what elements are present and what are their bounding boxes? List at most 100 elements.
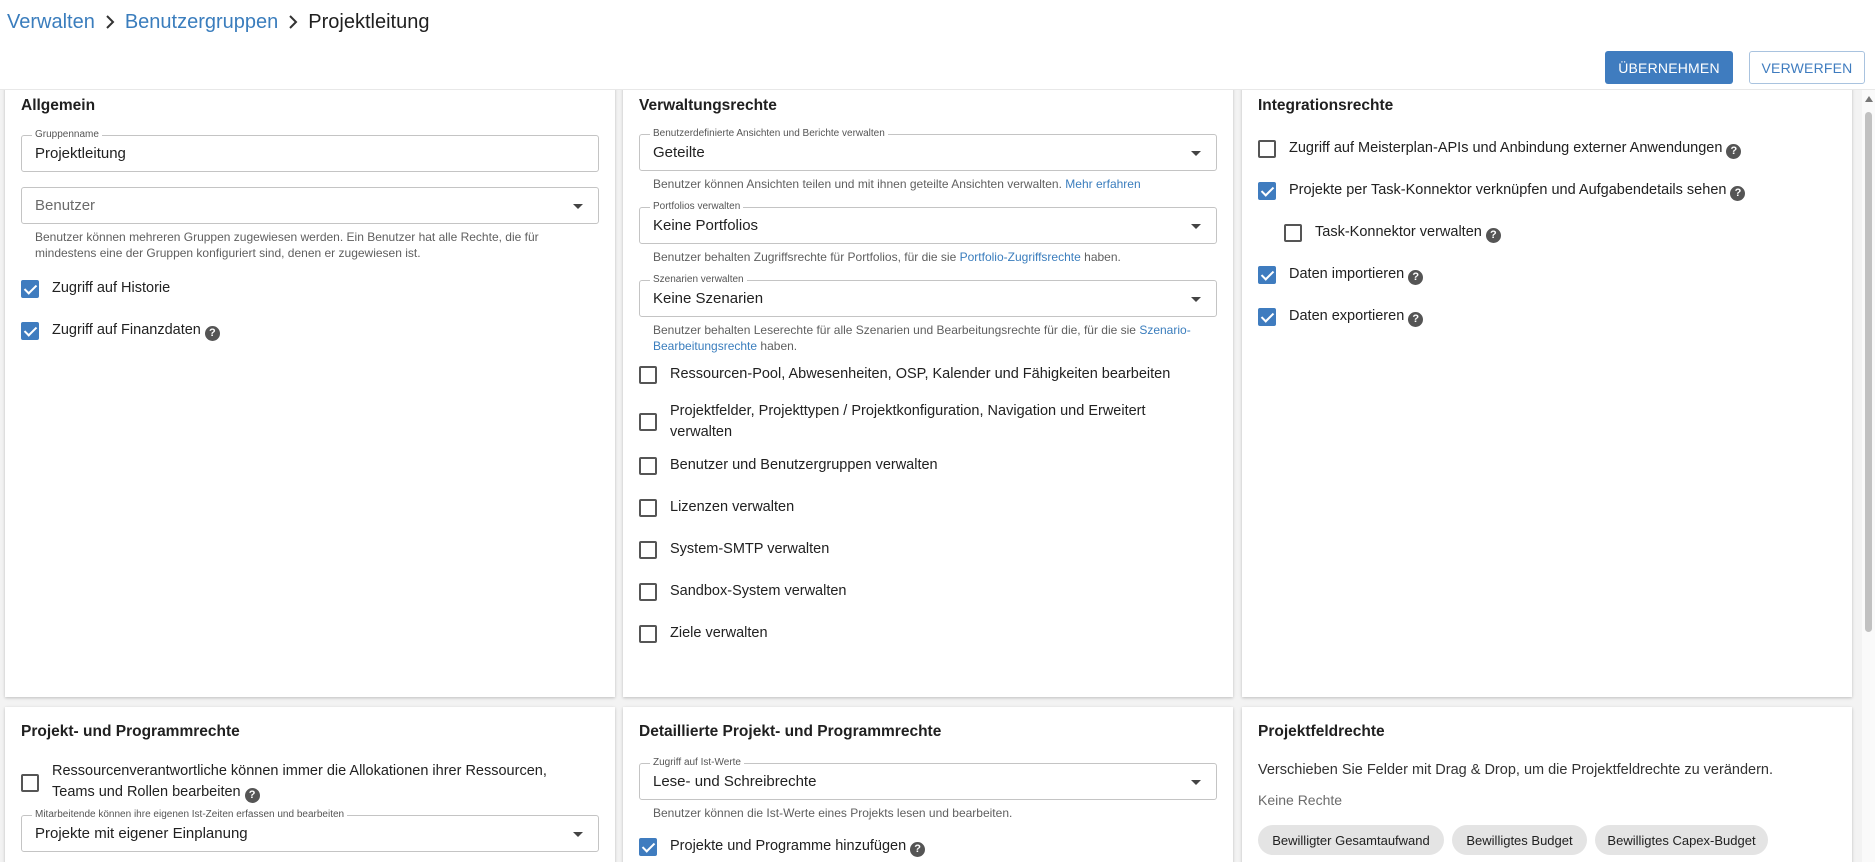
breadcrumb: Verwalten Benutzergruppen Projektleitung — [7, 10, 429, 34]
help-icon[interactable]: ? — [1485, 228, 1501, 243]
portfolios-help-pre: Benutzer behalten Zugriffsrechte für Por… — [653, 250, 957, 264]
help-icon[interactable]: ? — [910, 842, 926, 857]
integration-option-row: Daten exportieren? — [1289, 306, 1424, 327]
finance-label-row: Zugriff auf Finanzdaten? — [52, 320, 220, 341]
card-integration-rights: Integrationsrechte Zugriff auf Meisterpl… — [1242, 90, 1852, 697]
caret-down-icon — [1191, 224, 1201, 229]
admin-option-checkbox[interactable] — [639, 583, 657, 601]
field-chip[interactable]: Bewilligtes Capex-Budget — [1595, 825, 1768, 855]
views-help-text: Benutzer können Ansichten teilen und mit… — [653, 177, 1062, 191]
card-title-admin: Verwaltungsrechte — [639, 97, 777, 114]
scenarios-help-post: haben. — [760, 339, 798, 353]
field-chip[interactable]: Bewilligtes Budget — [1452, 825, 1587, 855]
card-title-detailed: Detaillierte Projekt- und Programmrechte — [639, 723, 942, 740]
help-icon[interactable]: ? — [1726, 144, 1742, 159]
resource-manager-row: Ressourcenverantwortliche können immer d… — [52, 761, 552, 803]
scrollbar[interactable] — [1862, 90, 1875, 862]
integration-option-row: Task-Konnektor verwalten? — [1315, 222, 1501, 243]
content-grid: Allgemein Gruppenname Projektleitung Ben… — [0, 90, 1862, 862]
integration-option-row: Projekte per Task-Konnektor verknüpfen u… — [1289, 180, 1746, 201]
resource-manager-checkbox[interactable] — [21, 774, 39, 792]
group-name-label: Gruppenname — [32, 129, 102, 141]
help-icon[interactable]: ? — [204, 326, 220, 341]
fields-description: Verschieben Sie Felder mit Drag & Drop, … — [1258, 762, 1773, 778]
scenarios-select[interactable]: Szenarien verwalten Keine Szenarien — [639, 274, 1217, 317]
card-title-general: Allgemein — [21, 97, 96, 114]
integration-option-row: Daten importieren? — [1289, 264, 1424, 285]
actuals-helper-text: Benutzer können die Ist-Werte eines Proj… — [653, 806, 1013, 820]
chevron-right-icon — [288, 15, 298, 29]
admin-option-label: Ressourcen-Pool, Abwesenheiten, OSP, Kal… — [670, 366, 1171, 382]
finance-label: Zugriff auf Finanzdaten — [52, 322, 201, 338]
admin-option-checkbox[interactable] — [639, 625, 657, 643]
add-projects-checkbox[interactable] — [639, 838, 657, 856]
admin-option-checkbox[interactable] — [639, 457, 657, 475]
views-select[interactable]: Benutzerdefinierte Ansichten und Bericht… — [639, 128, 1217, 171]
group-name-value: Projektleitung — [35, 145, 126, 162]
caret-down-icon — [573, 832, 583, 837]
integration-option-checkbox[interactable] — [1258, 140, 1276, 158]
card-title-fields: Projektfeldrechte — [1258, 723, 1385, 740]
field-chip[interactable]: Bewilligter Gesamtaufwand — [1258, 825, 1444, 855]
caret-down-icon — [573, 204, 583, 209]
no-rights-heading: Keine Rechte — [1258, 792, 1343, 808]
views-helper-text: Benutzer können Ansichten teilen und mit… — [653, 176, 1141, 192]
card-admin-rights: Verwaltungsrechte Benutzerdefinierte Ans… — [623, 90, 1233, 697]
breadcrumb-link-benutzergruppen[interactable]: Benutzergruppen — [125, 11, 278, 34]
resource-manager-label: Ressourcenverantwortliche können immer d… — [52, 763, 547, 800]
help-icon[interactable]: ? — [1408, 312, 1424, 327]
scroll-thumb[interactable] — [1865, 112, 1872, 632]
add-projects-row: Projekte und Programme hinzufügen? — [670, 836, 926, 857]
views-label: Benutzerdefinierte Ansichten und Bericht… — [650, 128, 888, 140]
users-helper-text: Benutzer können mehreren Gruppen zugewie… — [35, 230, 539, 260]
integration-option-checkbox[interactable] — [1258, 308, 1276, 326]
learn-more-link[interactable]: Mehr erfahren — [1065, 177, 1140, 191]
card-project-rights: Projekt- und Programmrechte Ressourcenve… — [5, 707, 615, 862]
actuals-access-value: Lese- und Schreibrechte — [653, 773, 817, 790]
portfolio-access-link[interactable]: Portfolio-Zugriffsrechte — [960, 250, 1081, 264]
integration-option-label: Daten importieren — [1289, 266, 1405, 282]
own-actuals-select[interactable]: Mitarbeitende können ihre eigenen Ist-Ze… — [21, 809, 599, 852]
help-icon[interactable]: ? — [1408, 270, 1424, 285]
discard-button[interactable]: VERWERFEN — [1749, 51, 1865, 84]
scenarios-helper-text: Benutzer behalten Leserechte für alle Sz… — [653, 322, 1193, 354]
users-select[interactable]: Benutzer — [21, 187, 599, 224]
add-projects-label: Projekte und Programme hinzufügen — [670, 838, 907, 854]
admin-option-checkbox[interactable] — [639, 541, 657, 559]
caret-down-icon — [1191, 297, 1201, 302]
help-icon[interactable]: ? — [244, 788, 260, 803]
scenarios-value: Keine Szenarien — [653, 290, 764, 307]
admin-option-label: Ziele verwalten — [670, 625, 768, 641]
apply-button[interactable]: ÜBERNEHMEN — [1605, 51, 1733, 84]
own-actuals-value: Projekte mit eigener Einplanung — [35, 825, 248, 842]
portfolios-helper-text: Benutzer behalten Zugriffsrechte für Por… — [653, 249, 1121, 265]
breadcrumb-link-verwalten[interactable]: Verwalten — [7, 11, 95, 34]
caret-down-icon — [1191, 151, 1201, 156]
actuals-access-select[interactable]: Zugriff auf Ist-Werte Lese- und Schreibr… — [639, 757, 1217, 800]
admin-option-checkbox[interactable] — [639, 366, 657, 384]
admin-option-label: Sandbox-System verwalten — [670, 583, 847, 599]
group-name-field[interactable]: Gruppenname Projektleitung — [21, 129, 599, 172]
portfolios-select[interactable]: Portfolios verwalten Keine Portfolios — [639, 201, 1217, 244]
scenarios-help-pre: Benutzer behalten Leserechte für alle Sz… — [653, 323, 1136, 337]
scroll-up-arrow-icon[interactable] — [1865, 96, 1873, 102]
help-icon[interactable]: ? — [1730, 186, 1746, 201]
integration-option-checkbox[interactable] — [1284, 224, 1302, 242]
finance-checkbox[interactable] — [21, 322, 39, 340]
history-checkbox[interactable] — [21, 280, 39, 298]
admin-option-checkbox[interactable] — [639, 499, 657, 517]
admin-option-label: Lizenzen verwalten — [670, 499, 795, 515]
admin-option-checkbox[interactable] — [639, 413, 657, 431]
integration-option-checkbox[interactable] — [1258, 266, 1276, 284]
integration-option-label: Daten exportieren — [1289, 308, 1405, 324]
integration-option-checkbox[interactable] — [1258, 182, 1276, 200]
admin-option-label: System-SMTP verwalten — [670, 541, 830, 557]
scenarios-label: Szenarien verwalten — [650, 274, 747, 286]
chevron-right-icon — [105, 15, 115, 29]
integration-option-label: Projekte per Task-Konnektor verknüpfen u… — [1289, 182, 1727, 198]
top-bar: Verwalten Benutzergruppen Projektleitung… — [0, 0, 1875, 90]
integration-option-label: Zugriff auf Meisterplan-APIs und Anbindu… — [1289, 140, 1723, 156]
card-general: Allgemein Gruppenname Projektleitung Ben… — [5, 90, 615, 697]
card-title-project: Projekt- und Programmrechte — [21, 723, 240, 740]
views-value: Geteilte — [653, 144, 705, 161]
